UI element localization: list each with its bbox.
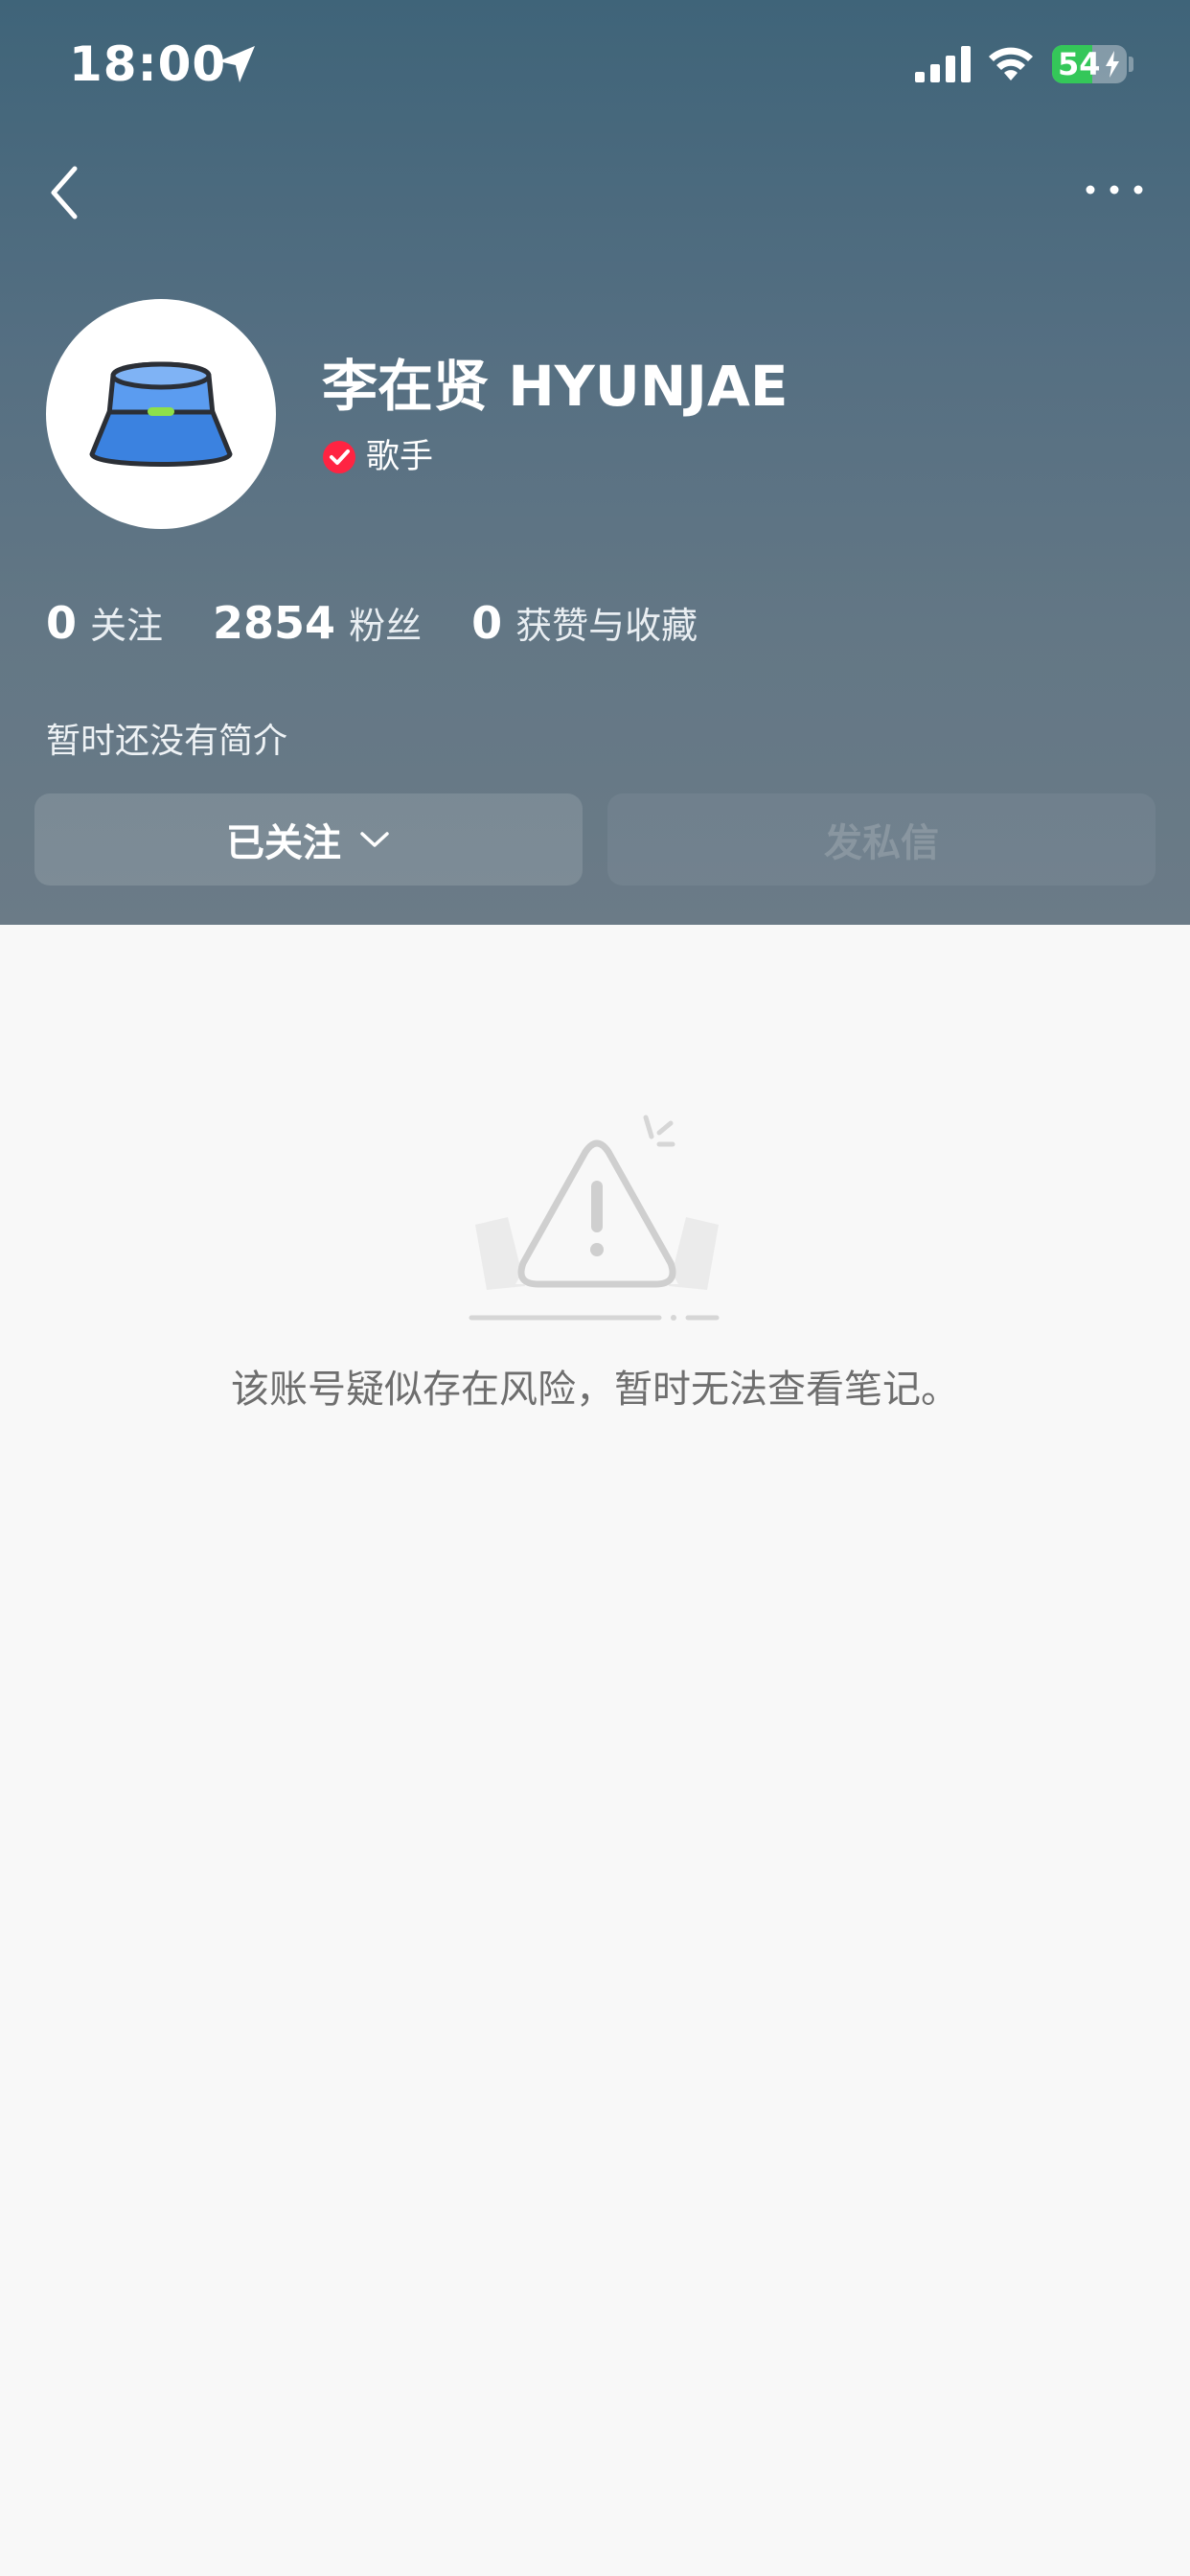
profile-tag: 歌手: [366, 438, 434, 476]
stat-label: 粉丝: [349, 605, 423, 647]
battery-icon: 54: [1052, 45, 1127, 83]
wifi-icon: [989, 47, 1033, 80]
stat-label: 获赞与收藏: [515, 605, 698, 647]
stat-following[interactable]: 0 关注: [46, 596, 163, 649]
stat-likes-collects[interactable]: 0 获赞与收藏: [471, 596, 698, 649]
location-arrow-icon: [218, 46, 255, 82]
profile-bio: 暂时还没有简介: [46, 722, 288, 761]
message-button-label: 发私信: [824, 821, 939, 865]
warning-triangle-icon: [469, 1115, 720, 1321]
following-button-label: 已关注: [226, 821, 341, 865]
status-time: 18:00: [69, 36, 227, 92]
stat-value: 0: [471, 597, 503, 649]
empty-state-message: 该账号疑似存在风险，暂时无法查看笔记。: [231, 1368, 959, 1412]
bucket-hat-icon: [89, 361, 233, 467]
profile-header: 18:00 54 李在贤 HYUNJAE 歌手 0 关注 2854 粉丝 0 获…: [0, 0, 1190, 925]
stat-followers[interactable]: 2854 粉丝: [213, 596, 422, 649]
profile-name: 李在贤 HYUNJAE: [322, 354, 789, 419]
stat-label: 关注: [90, 605, 164, 647]
following-button[interactable]: 已关注: [34, 794, 583, 886]
battery-cap: [1129, 57, 1133, 72]
more-dots-icon[interactable]: [1081, 171, 1148, 209]
cellular-signal-icon: [915, 46, 971, 82]
avatar[interactable]: [46, 299, 276, 529]
verified-check-icon: [323, 441, 355, 473]
charging-bolt-icon: [1106, 51, 1119, 78]
chevron-down-icon: [360, 832, 389, 847]
stat-value: 2854: [213, 597, 336, 649]
profile-stats: 0 关注 2854 粉丝 0 获赞与收藏: [46, 596, 747, 656]
chevron-left-icon[interactable]: [42, 159, 88, 226]
battery-level: 54: [1058, 46, 1101, 82]
message-button[interactable]: 发私信: [607, 794, 1156, 886]
stat-value: 0: [46, 597, 78, 649]
